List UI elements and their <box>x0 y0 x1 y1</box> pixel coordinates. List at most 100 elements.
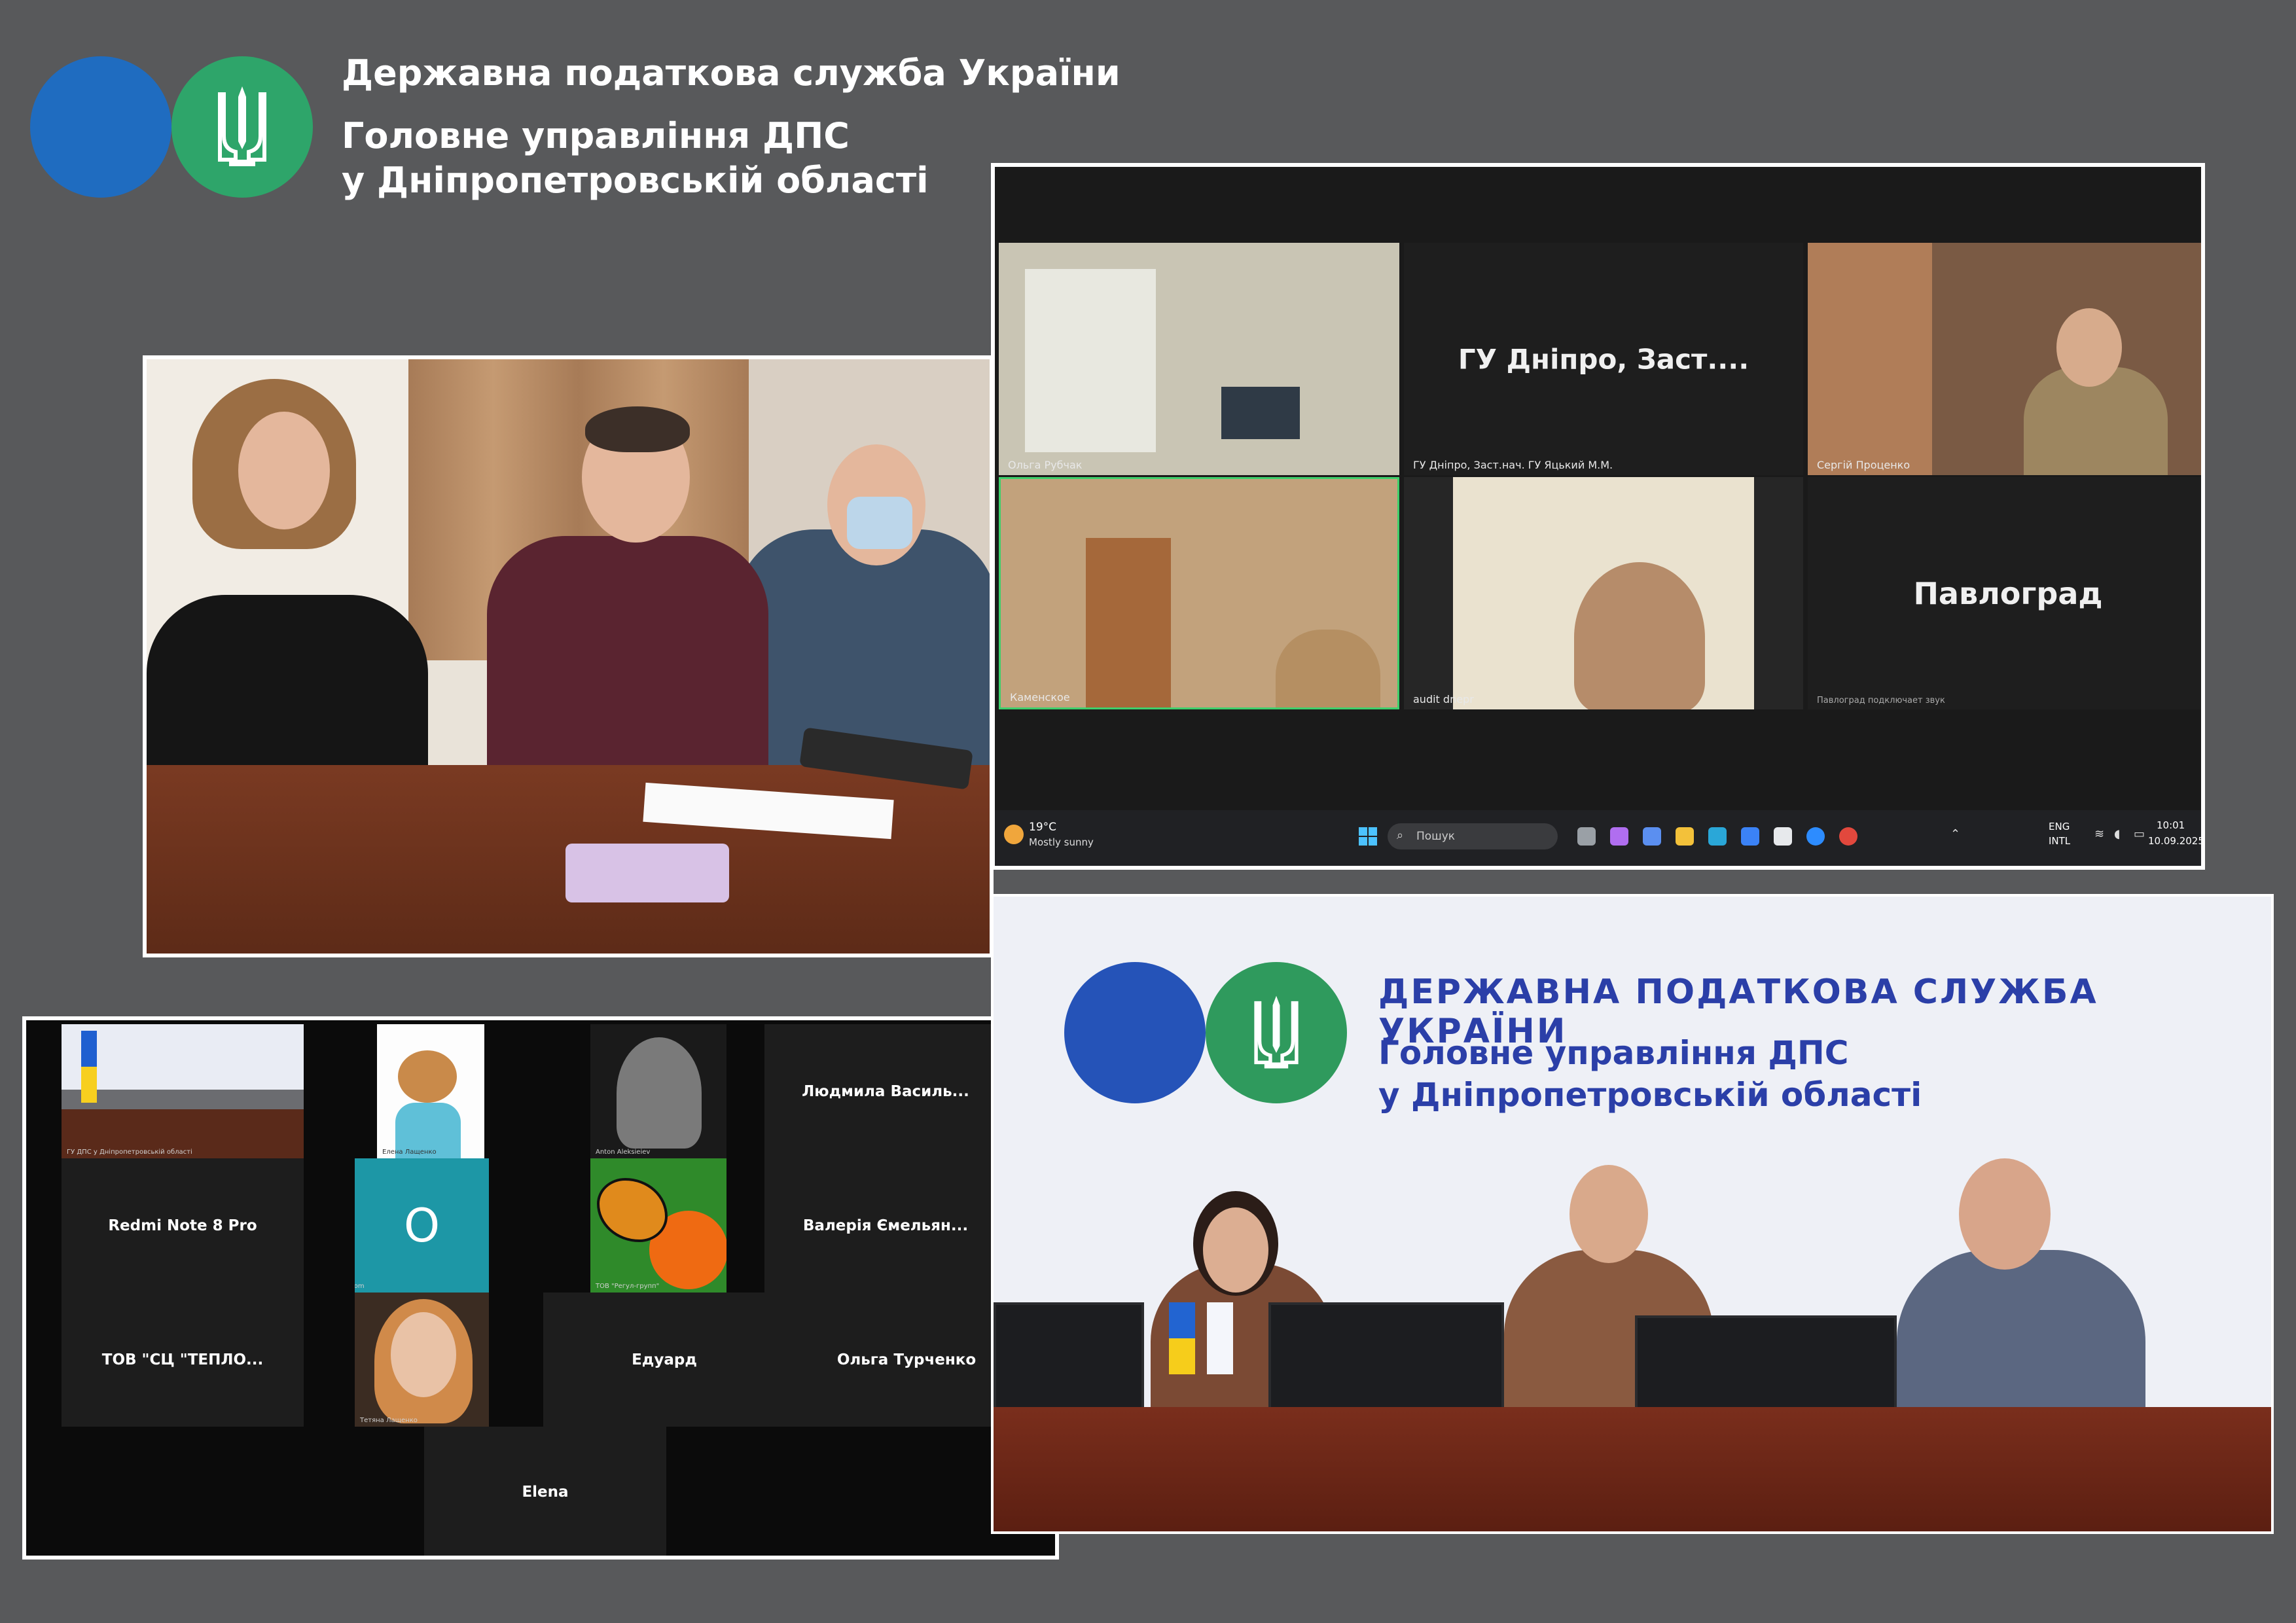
person <box>1574 562 1705 709</box>
department-line-2: у Дніпропетровській області <box>342 160 929 201</box>
speaker-woman-face <box>1203 1207 1268 1293</box>
participant-name-label: audit dnepr <box>1413 693 1474 705</box>
participant-name-label: ТОВ "Регул-групп" <box>596 1283 660 1290</box>
battery-icon[interactable]: ▭ <box>2134 827 2145 841</box>
participant-name-label: Елена Лащенко <box>382 1149 437 1156</box>
video-tile-name: Павлоград Павлоград подключает звук <box>1808 477 2201 709</box>
monitor <box>994 1302 1144 1414</box>
trident-icon <box>218 86 266 166</box>
cartoon-cat-head <box>398 1050 457 1103</box>
video-tile-name: ГУ Дніпро, Заст.... ГУ Дніпро, Заст.нач.… <box>1404 243 1803 475</box>
gallery-tile-name: ТОВ "СЦ "ТЕПЛО... <box>62 1293 304 1427</box>
gallery-tile-name: Людмила Василь... <box>764 1024 1007 1158</box>
copilot-icon[interactable] <box>1610 827 1628 846</box>
search-placeholder: Пошук <box>1416 830 1456 843</box>
participant-display-name: Едуард <box>632 1351 697 1368</box>
participant-display-name: Elena <box>522 1484 569 1501</box>
room-wall <box>62 1024 304 1090</box>
participant-name-label: work zoom <box>355 1283 365 1290</box>
gallery-tile-avatar: Елена Лащенко <box>377 1024 484 1158</box>
gallery-tile-woman: Тетяна Лащенко <box>355 1293 489 1427</box>
logo-green-circle <box>171 56 313 198</box>
gallery-tile-initial: O work zoom <box>355 1158 489 1293</box>
windows-start-icon[interactable] <box>1359 827 1377 846</box>
video-tile-active-speaker: Каменское <box>999 477 1399 709</box>
participant-name-label: ГУ Дніпро, Заст.нач. ГУ Яцький М.М. <box>1413 459 1613 471</box>
volume-icon[interactable]: ◖ <box>2114 827 2120 841</box>
window <box>1025 269 1156 452</box>
person-right-head <box>1959 1158 2051 1270</box>
taskbar-search-box[interactable]: ⌕ Пошук <box>1388 823 1558 849</box>
gallery-tile-name: Elena <box>424 1427 666 1556</box>
participant-name-label: ГУ ДПС у Дніпропетровській області <box>67 1149 192 1156</box>
gallery-tile-photo: Anton Aleksieiev <box>590 1024 726 1158</box>
teams-icon[interactable] <box>1643 827 1661 846</box>
person-head <box>2056 308 2122 387</box>
participant-name-label: Тетяна Лащенко <box>360 1417 418 1424</box>
wall-logo-blue-circle <box>1064 962 1206 1103</box>
flag <box>81 1031 97 1103</box>
language-indicator[interactable]: ENG <box>2049 821 2070 832</box>
weather-description: Mostly sunny <box>1029 836 1094 848</box>
windows-taskbar: 19°C Mostly sunny ⌕ Пошук ⌃ ENG INTL ≋ ◖… <box>995 810 2201 866</box>
department-line-1: Головне управління ДПС <box>342 115 850 156</box>
video-tile-office: Ольга Рубчак <box>999 243 1399 475</box>
participant-name-label: Сергій Проценко <box>1817 459 1910 471</box>
video-tile-woman: audit dnepr <box>1404 477 1803 709</box>
gallery-tile-name: Redmi Note 8 Pro <box>62 1158 304 1293</box>
participant-display-name: Людмила Василь... <box>802 1082 969 1100</box>
participant-display-name: ТОВ "СЦ "ТЕПЛО... <box>101 1351 264 1368</box>
participant-status-label: Павлоград подключает звук <box>1817 696 1945 705</box>
logo-blue-circle <box>30 56 171 198</box>
person-middle-head <box>1570 1165 1648 1263</box>
language-layout[interactable]: INTL <box>2049 835 2070 847</box>
trident-icon <box>1254 995 1299 1069</box>
weather-temperature: 19°C <box>1029 821 1057 834</box>
zoom-gallery-photo: ГУ ДПС у Дніпропетровській області Елена… <box>22 1016 1059 1560</box>
clock-date[interactable]: 10.09.2025 <box>2148 835 2201 847</box>
chevron-up-icon[interactable]: ⌃ <box>1950 827 1960 841</box>
person-2-hair <box>585 406 690 452</box>
person-portrait <box>617 1037 702 1149</box>
clock-time[interactable]: 10:01 <box>2157 819 2185 831</box>
store-icon[interactable] <box>1774 827 1792 846</box>
conference-desk <box>994 1407 2271 1531</box>
tax-service-flag <box>1207 1302 1233 1374</box>
butterfly <box>597 1178 668 1242</box>
wifi-icon[interactable]: ≋ <box>2094 827 2104 841</box>
wall-logo-green-circle <box>1206 962 1347 1103</box>
file-explorer-icon[interactable] <box>1676 827 1694 846</box>
gallery-tile-butterfly: ТОВ "Регул-групп" <box>590 1158 726 1293</box>
monitor <box>1268 1302 1504 1414</box>
face-mask <box>847 497 912 549</box>
participant-initial: O <box>403 1198 440 1253</box>
participant-name-label: Ольга Рубчак <box>1008 459 1083 471</box>
person-face <box>391 1312 456 1397</box>
edge-icon[interactable] <box>1708 827 1727 846</box>
ukraine-flag <box>1169 1302 1195 1374</box>
wall-subtitle-line-1: Головне управління ДПС <box>1378 1034 1849 1072</box>
participant-name-label: Anton Aleksieiev <box>596 1149 651 1156</box>
zoom-app-icon[interactable] <box>1806 827 1825 846</box>
participant-display-name: Redmi Note 8 Pro <box>108 1217 257 1234</box>
weather-icon <box>1004 825 1024 844</box>
gallery-tile-name: Едуард <box>543 1293 785 1427</box>
agency-name: Державна податкова служба України <box>342 52 1121 94</box>
door <box>1086 538 1171 707</box>
gallery-tile-room: ГУ ДПС у Дніпропетровській області <box>62 1024 304 1158</box>
participant-display-name: Павлоград <box>1913 575 2103 611</box>
task-view-icon[interactable] <box>1577 827 1596 846</box>
outlook-icon[interactable] <box>1741 827 1759 846</box>
person-1-face <box>238 412 330 529</box>
participant-display-name: ГУ Дніпро, Заст.... <box>1458 343 1749 375</box>
chrome-icon[interactable] <box>1839 827 1857 846</box>
wall-subtitle-line-2: у Дніпропетровській області <box>1378 1076 1922 1114</box>
participant-display-name: Валерія Ємельян... <box>802 1217 969 1234</box>
panel-meeting-photo: ДЕРЖАВНА ПОДАТКОВА СЛУЖБА УКРАЇНИ Головн… <box>991 894 2274 1534</box>
monitor <box>1221 387 1300 439</box>
video-tile-office-man: Сергій Проценко <box>1808 243 2201 475</box>
notebook <box>565 844 729 902</box>
zoom-screen-photo: Ольга Рубчак ГУ Дніпро, Заст.... ГУ Дніп… <box>991 163 2205 870</box>
gallery-tile-name: Валерія Ємельян... <box>764 1158 1007 1293</box>
cabinet <box>1808 243 1932 475</box>
